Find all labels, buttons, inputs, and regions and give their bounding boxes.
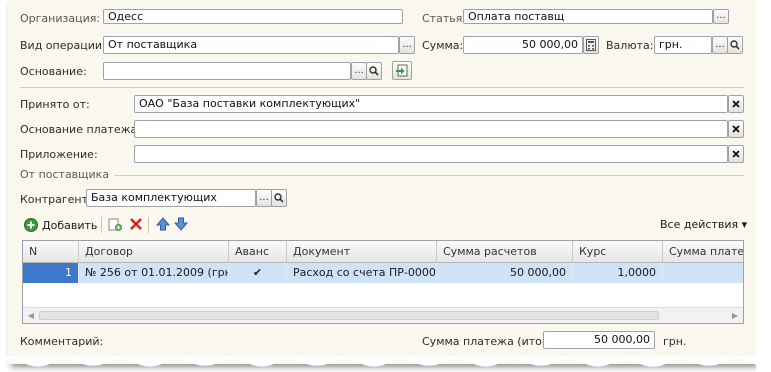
calculator-icon bbox=[586, 39, 596, 51]
section-separator bbox=[114, 175, 744, 176]
attachment-field[interactable] bbox=[134, 145, 728, 163]
counterparty-search-button[interactable] bbox=[271, 189, 287, 207]
torn-edge bbox=[0, 356, 771, 367]
payment-basis-label: Основание платежа: bbox=[20, 123, 141, 136]
operation-ellipsis-button[interactable]: ... bbox=[399, 36, 415, 54]
contract-cell[interactable]: № 256 от 01.01.2009 (грн) bbox=[79, 263, 229, 283]
payment-basis-clear-button[interactable] bbox=[728, 120, 744, 138]
operation-field[interactable]: От поставщика bbox=[103, 36, 399, 54]
page-margin-right bbox=[756, 0, 771, 372]
search-icon bbox=[369, 66, 379, 76]
article-label: Статья: bbox=[422, 12, 467, 25]
received-from-label: Принято от: bbox=[20, 98, 90, 111]
column-header-rate[interactable]: Курс bbox=[573, 241, 663, 263]
document-form: Организация: Одесс Статья: Оплата постав… bbox=[8, 0, 756, 364]
column-header-settlement-sum[interactable]: Сумма расчетов bbox=[437, 241, 573, 263]
column-header-advance[interactable]: Аванс bbox=[229, 241, 287, 263]
arrow-up-icon bbox=[155, 217, 171, 231]
table-row[interactable]: 1 № 256 от 01.01.2009 (грн) ✔ Расход со … bbox=[23, 263, 743, 283]
received-from-clear-button[interactable] bbox=[728, 95, 744, 113]
basis-field[interactable] bbox=[103, 62, 351, 80]
move-down-button[interactable] bbox=[173, 217, 189, 234]
organization-field[interactable]: Одесс bbox=[103, 9, 403, 24]
organization-label: Организация: bbox=[20, 12, 101, 25]
payment-sum-cell[interactable] bbox=[663, 263, 743, 283]
currency-label: Валюта: bbox=[606, 39, 654, 52]
arrow-down-icon bbox=[173, 217, 189, 231]
column-header-n[interactable]: N bbox=[23, 241, 79, 263]
column-header-document[interactable]: Документ bbox=[287, 241, 437, 263]
add-button[interactable]: Добавить bbox=[24, 216, 97, 234]
payment-basis-field[interactable] bbox=[134, 120, 728, 138]
payment-total-currency: грн. bbox=[663, 335, 687, 348]
scrollbar-thumb[interactable] bbox=[39, 311, 659, 320]
move-up-button[interactable] bbox=[155, 217, 171, 234]
operation-label: Вид операции: bbox=[20, 39, 106, 52]
close-icon bbox=[732, 150, 740, 158]
currency-field[interactable]: грн. bbox=[654, 36, 712, 54]
copy-add-icon bbox=[108, 218, 122, 231]
column-header-contract[interactable]: Договор bbox=[79, 241, 229, 263]
currency-search-button[interactable] bbox=[727, 36, 743, 54]
toolbar-divider bbox=[101, 217, 102, 233]
separator bbox=[20, 87, 744, 88]
scroll-right-icon[interactable]: ▶ bbox=[729, 310, 741, 321]
sum-label: Сумма: bbox=[422, 39, 464, 52]
scroll-left-icon[interactable]: ◀ bbox=[25, 310, 37, 321]
column-header-payment-sum[interactable]: Сумма платежа bbox=[663, 241, 743, 263]
currency-ellipsis-button[interactable]: ... bbox=[712, 36, 728, 54]
advance-check-cell[interactable]: ✔ bbox=[229, 263, 287, 283]
add-icon bbox=[24, 218, 38, 232]
payment-total-field: 50 000,00 bbox=[543, 331, 655, 349]
delete-icon bbox=[130, 218, 142, 230]
search-icon bbox=[730, 40, 740, 50]
payments-table: N Договор Аванс Документ Сумма расчетов … bbox=[22, 240, 744, 324]
table-header: N Договор Аванс Документ Сумма расчетов … bbox=[23, 241, 743, 263]
all-actions-label: Все действия bbox=[660, 218, 739, 231]
basis-label: Основание: bbox=[20, 65, 87, 78]
all-actions-menu[interactable]: Все действия ▾ bbox=[660, 218, 747, 231]
calculator-button[interactable] bbox=[583, 36, 599, 54]
close-icon bbox=[732, 125, 740, 133]
basis-ellipsis-button[interactable]: ... bbox=[351, 62, 367, 80]
document-cell[interactable]: Расход со счета ПР-0000... bbox=[287, 263, 437, 283]
fill-document-icon bbox=[396, 64, 408, 77]
fill-from-basis-button[interactable] bbox=[392, 61, 412, 80]
horizontal-scrollbar[interactable]: ◀ ▶ bbox=[23, 307, 743, 323]
received-from-field[interactable]: ОАО "База поставки комплектующих" bbox=[134, 95, 728, 113]
search-icon bbox=[274, 193, 284, 203]
row-number-cell[interactable]: 1 bbox=[23, 263, 79, 283]
toolbar-divider bbox=[148, 217, 149, 233]
article-ellipsis-button[interactable]: ... bbox=[713, 9, 729, 24]
rate-cell[interactable]: 1,0000 bbox=[573, 263, 663, 283]
article-field[interactable]: Оплата поставщ bbox=[463, 9, 713, 24]
attachment-clear-button[interactable] bbox=[728, 145, 744, 163]
delete-button[interactable] bbox=[129, 217, 143, 234]
add-button-label: Добавить bbox=[42, 218, 98, 232]
counterparty-field[interactable]: База комплектующих bbox=[86, 189, 256, 207]
close-icon bbox=[732, 100, 740, 108]
dropdown-arrow-icon: ▾ bbox=[741, 218, 748, 231]
settlement-sum-cell[interactable]: 50 000,00 bbox=[437, 263, 573, 283]
counterparty-label: Контрагент: bbox=[20, 193, 92, 206]
basis-search-button[interactable] bbox=[366, 62, 382, 80]
payment-total-label: Сумма платежа (итог): bbox=[422, 335, 556, 348]
copy-button[interactable] bbox=[108, 217, 123, 235]
attachment-label: Приложение: bbox=[20, 148, 98, 161]
supplier-section-title: От поставщика bbox=[20, 168, 110, 181]
sum-field[interactable]: 50 000,00 bbox=[463, 36, 583, 54]
comment-label: Комментарий: bbox=[20, 335, 104, 348]
counterparty-ellipsis-button[interactable]: ... bbox=[256, 189, 272, 207]
